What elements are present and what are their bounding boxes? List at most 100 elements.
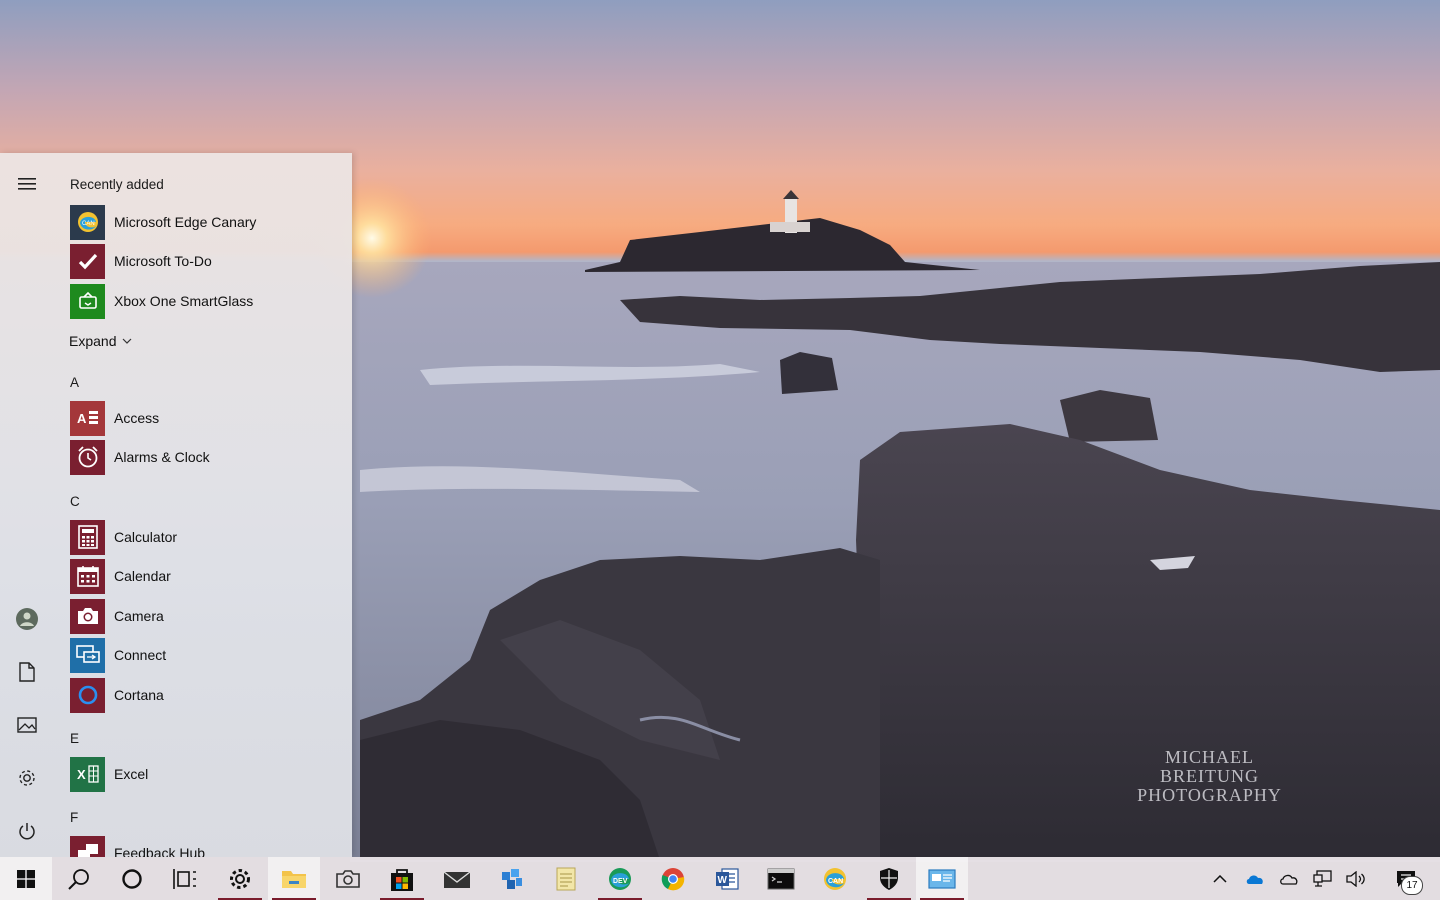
cortana-tile (70, 677, 105, 713)
taskbar-edge-dev[interactable]: DEV (594, 857, 646, 900)
svg-text:DEV: DEV (613, 878, 628, 885)
svg-text:W: W (718, 875, 728, 886)
edge-canary-icon: CAN (824, 867, 846, 890)
cortana-button[interactable] (106, 857, 158, 900)
photographer-watermark: MICHAEL BREITUNG PHOTOGRAPHY (1127, 748, 1292, 805)
taskbar-terminal[interactable] (755, 857, 807, 900)
group-letter-e[interactable]: E (70, 731, 79, 746)
edge-canary-icon: CAN (77, 212, 98, 232)
taskbar-mail[interactable] (431, 857, 483, 900)
control-panel-icon (928, 868, 956, 889)
taskbar-control-panel[interactable] (916, 857, 968, 900)
documents-button[interactable] (9, 654, 45, 690)
shield-icon (880, 867, 898, 890)
app-item-camera[interactable]: Camera (70, 598, 340, 634)
xbox-smartglass-tile (70, 283, 105, 319)
taskbar-edge-canary[interactable]: CAN (809, 857, 861, 900)
app-item-cortana[interactable]: Cortana (70, 677, 340, 713)
power-icon (19, 823, 35, 840)
taskbar: DEV W CAN (0, 857, 1440, 900)
app-name: Calculator (114, 529, 178, 545)
app-item-connect[interactable]: Connect (70, 637, 340, 673)
terminal-icon (767, 868, 795, 889)
svg-text:A: A (77, 411, 87, 426)
app-item-calculator[interactable]: Calculator (70, 519, 340, 555)
app-name: Alarms & Clock (114, 449, 210, 465)
word-icon: W (716, 867, 739, 890)
svg-text:X: X (77, 767, 86, 782)
expand-button[interactable]: Expand (69, 333, 132, 349)
app-name: Microsoft To-Do (114, 253, 212, 269)
start-rail (0, 153, 54, 857)
pictures-button[interactable] (9, 707, 45, 743)
app-item-feedback-hub[interactable]: Feedback Hub (70, 835, 340, 857)
hamburger-icon (18, 178, 36, 190)
taskbar-store[interactable] (376, 857, 428, 900)
chrome-icon (661, 867, 685, 890)
recently-added-header: Recently added (70, 177, 164, 192)
user-avatar-icon (16, 608, 38, 630)
feedback-hub-icon (77, 844, 98, 857)
mail-icon (443, 870, 471, 888)
group-letter-a[interactable]: A (70, 375, 79, 390)
calculator-tile (70, 519, 105, 555)
taskbar-app-package[interactable] (486, 857, 538, 900)
show-hidden-icons-button[interactable] (1204, 857, 1236, 900)
app-item-edge-canary[interactable]: CAN Microsoft Edge Canary (70, 204, 340, 240)
app-item-calendar[interactable]: Calendar (70, 558, 340, 594)
edge-dev-icon: DEV (609, 867, 631, 890)
xbox-smartglass-icon (78, 291, 97, 309)
taskbar-notepad[interactable] (540, 857, 592, 900)
calendar-tile (70, 558, 105, 594)
group-letter-f[interactable]: F (70, 810, 78, 825)
app-item-access[interactable]: A Access (70, 400, 340, 436)
todo-tile (70, 243, 105, 279)
onedrive-icon (1246, 874, 1263, 884)
chevron-up-icon (1213, 874, 1227, 883)
settings-button[interactable] (9, 760, 45, 796)
taskbar-camera[interactable] (322, 857, 374, 900)
taskbar-windows-security[interactable] (863, 857, 915, 900)
taskbar-settings[interactable] (214, 857, 266, 900)
app-item-alarms-clock[interactable]: Alarms & Clock (70, 439, 340, 475)
notepad-icon (556, 867, 576, 890)
search-icon (68, 868, 89, 890)
windows-logo-icon (17, 869, 35, 888)
onedrive-personal-tray[interactable] (1273, 857, 1305, 900)
app-item-excel[interactable]: X Excel (70, 756, 340, 792)
camera-icon (336, 869, 360, 888)
user-account-button[interactable] (9, 601, 45, 637)
app-item-todo[interactable]: Microsoft To-Do (70, 243, 340, 279)
taskbar-word[interactable]: W (701, 857, 753, 900)
connect-tile (70, 637, 105, 673)
connect-icon (75, 645, 100, 663)
excel-icon: X (77, 765, 99, 783)
app-name: Camera (114, 608, 164, 624)
power-button[interactable] (9, 813, 45, 849)
app-name: Feedback Hub (114, 845, 206, 857)
chevron-down-icon (123, 338, 132, 344)
onedrive-business-tray[interactable] (1239, 857, 1271, 900)
app-name: Access (114, 410, 160, 426)
app-name: Microsoft Edge Canary (114, 214, 257, 230)
access-tile: A (70, 400, 105, 436)
taskbar-chrome[interactable] (647, 857, 699, 900)
notification-count-badge: 17 (1401, 876, 1423, 895)
watermark-line-1: MICHAEL BREITUNG (1160, 747, 1259, 786)
task-view-button[interactable] (159, 857, 211, 900)
app-item-xbox-smartglass[interactable]: Xbox One SmartGlass (70, 283, 340, 319)
excel-tile: X (70, 756, 105, 792)
search-button[interactable] (53, 857, 105, 900)
settings-gear-icon (230, 868, 250, 889)
access-icon: A (77, 411, 98, 426)
alarms-tile (70, 439, 105, 475)
svg-text:CAN: CAN (828, 878, 843, 885)
hamburger-button[interactable] (9, 166, 45, 202)
group-letter-c[interactable]: C (70, 494, 80, 509)
taskbar-file-explorer[interactable] (268, 857, 320, 900)
volume-tray[interactable] (1340, 857, 1372, 900)
network-tray[interactable] (1307, 857, 1339, 900)
start-menu: Recently added CAN Microsoft Edge Canary… (0, 153, 352, 857)
app-name: Excel (114, 766, 149, 782)
start-button[interactable] (0, 857, 52, 900)
